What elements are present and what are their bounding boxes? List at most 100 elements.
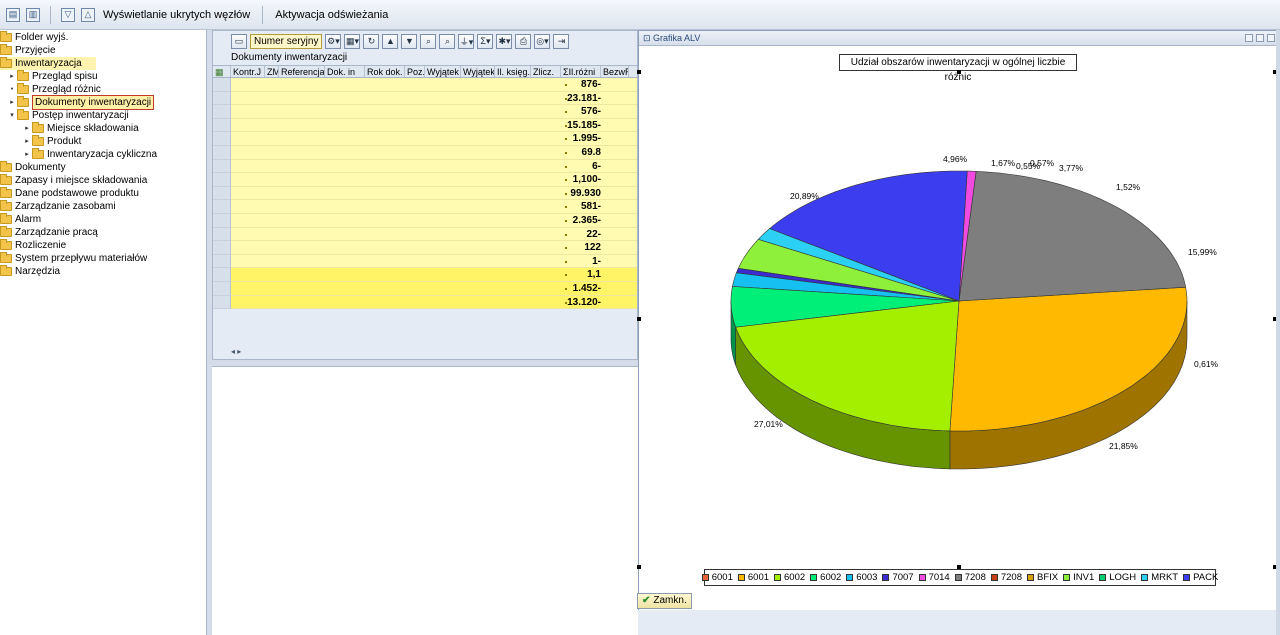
table-row[interactable]: 22- xyxy=(213,227,637,242)
row-selector[interactable] xyxy=(213,118,231,133)
column-header[interactable]: Referencja xyxy=(279,66,325,77)
column-header[interactable]: Wyjątek xyxy=(461,66,495,77)
row-selector[interactable] xyxy=(213,213,231,228)
row-selector[interactable] xyxy=(213,105,231,119)
row-selector[interactable] xyxy=(213,186,231,201)
row-selector[interactable] xyxy=(213,254,231,269)
difference-quantity-cell[interactable]: 1,1 xyxy=(565,268,603,281)
column-header[interactable]: Poz. xyxy=(405,66,425,77)
settings-dropdown-icon[interactable]: ⚙▾ xyxy=(325,33,342,49)
tree-node[interactable]: Narzędzia xyxy=(0,265,206,278)
tree-node[interactable]: Dokumenty xyxy=(0,161,206,174)
table-row[interactable]: 122 xyxy=(213,241,637,255)
difference-quantity-cell[interactable]: 876- xyxy=(565,78,603,91)
layout-icon[interactable]: ▤ xyxy=(6,7,20,22)
find-next-icon[interactable]: ⌕ xyxy=(439,33,456,49)
table-row[interactable]: 2.365- xyxy=(213,213,637,228)
maximize-icon[interactable] xyxy=(1256,34,1264,42)
column-header[interactable]: Dok. in xyxy=(325,66,365,77)
column-header[interactable]: Kontr.J xyxy=(231,66,265,77)
difference-quantity-cell[interactable]: 581- xyxy=(565,200,603,213)
difference-quantity-cell[interactable]: 1.452- xyxy=(565,282,603,295)
tree-node[interactable]: ▸ Dokumenty inwentaryzacji xyxy=(0,95,206,110)
tree-node[interactable]: ▸ Produkt xyxy=(0,135,206,148)
collapse-icon[interactable]: ▽ xyxy=(61,7,75,22)
table-row[interactable]: 69.8 xyxy=(213,145,637,160)
table-row[interactable]: 1,100- xyxy=(213,173,637,187)
tree-node[interactable]: System przepływu materiałów xyxy=(0,252,206,265)
table-row[interactable]: 6- xyxy=(213,159,637,174)
row-selector[interactable] xyxy=(213,173,231,187)
serial-number-button[interactable]: Numer seryjny xyxy=(250,33,323,49)
leaf-bullet-icon[interactable]: • xyxy=(7,83,17,96)
select-all-icon[interactable]: ▦ xyxy=(213,66,231,77)
difference-quantity-cell[interactable]: 15.185- xyxy=(565,119,603,132)
tree-node[interactable]: Dane podstawowe produktu xyxy=(0,187,206,200)
close-chart-button[interactable]: ✔ Zamkn. xyxy=(637,593,692,609)
row-selector[interactable] xyxy=(213,200,231,214)
show-hidden-nodes-button[interactable]: Wyświetlanie ukrytych węzłów xyxy=(101,9,252,21)
column-header[interactable]: BezwR xyxy=(601,66,629,77)
resize-handle[interactable] xyxy=(637,70,641,74)
difference-quantity-cell[interactable]: 23.181- xyxy=(565,92,603,105)
difference-quantity-cell[interactable]: 576- xyxy=(565,105,603,118)
collapsed-arrow-icon[interactable]: ▸ xyxy=(7,96,17,109)
tree-node[interactable]: Przyjęcie xyxy=(0,44,206,57)
refresh-icon[interactable]: ↻ xyxy=(363,33,380,49)
column-header[interactable]: ZM xyxy=(265,66,279,77)
column-header[interactable]: ΣIl.różni xyxy=(561,66,601,77)
resize-handle[interactable] xyxy=(957,70,961,74)
horizontal-scroll-arrows[interactable]: ◂ ▸ xyxy=(231,347,241,356)
table-row[interactable]: 1,1 xyxy=(213,268,637,282)
column-header[interactable]: Wyjątek xyxy=(425,66,461,77)
tree-node[interactable]: Zapasy i miejsce składowania xyxy=(0,174,206,187)
table-row[interactable]: 581- xyxy=(213,200,637,214)
pie-slice-7208[interactable] xyxy=(958,171,1187,302)
find-icon[interactable]: ⌕ xyxy=(420,33,437,49)
tree-node[interactable]: Inwentaryzacja xyxy=(0,57,96,70)
table-row[interactable]: 15.185- xyxy=(213,118,637,133)
collapsed-arrow-icon[interactable]: ▸ xyxy=(22,122,32,135)
subtotal-icon[interactable]: ✱▾ xyxy=(496,33,513,49)
difference-quantity-cell[interactable]: 1.995- xyxy=(565,132,603,145)
activate-refresh-button[interactable]: Aktywacja odświeżania xyxy=(273,9,390,21)
table-row[interactable]: 13.120- xyxy=(213,295,637,310)
row-selector[interactable] xyxy=(213,91,231,106)
expanded-arrow-icon[interactable]: ▾ xyxy=(7,109,17,122)
table-row[interactable]: 1.995- xyxy=(213,132,637,146)
difference-quantity-cell[interactable]: 2.365- xyxy=(565,214,603,227)
tree-node[interactable]: Alarm xyxy=(0,213,206,226)
row-selector[interactable] xyxy=(213,78,231,92)
row-selector[interactable] xyxy=(213,159,231,174)
sum-icon[interactable]: Σ▾ xyxy=(477,33,494,49)
tree-node[interactable]: ▸ Miejsce składowania xyxy=(0,122,206,135)
pie-slice-6001[interactable] xyxy=(949,286,1188,432)
difference-quantity-cell[interactable]: 69.8 xyxy=(565,146,603,159)
tree-node[interactable]: Rozliczenie xyxy=(0,239,206,252)
table-row[interactable]: 1- xyxy=(213,254,637,269)
resize-handle[interactable] xyxy=(637,565,641,569)
difference-quantity-cell[interactable]: 1- xyxy=(565,255,603,268)
column-header[interactable]: Il. księg. xyxy=(495,66,531,77)
close-icon[interactable] xyxy=(1267,34,1275,42)
difference-quantity-cell[interactable]: 6- xyxy=(565,160,603,173)
collapsed-arrow-icon[interactable]: ▸ xyxy=(22,148,32,161)
print-icon[interactable]: ⎙ xyxy=(515,33,532,49)
difference-quantity-cell[interactable]: 99.930 xyxy=(565,187,603,200)
tree-node[interactable]: ▸ Inwentaryzacja cykliczna xyxy=(0,148,206,161)
table-row[interactable]: 23.181- xyxy=(213,91,637,106)
collapsed-arrow-icon[interactable]: ▸ xyxy=(7,70,17,83)
row-selector[interactable] xyxy=(213,227,231,242)
minimize-icon[interactable] xyxy=(1245,34,1253,42)
difference-quantity-cell[interactable]: 122 xyxy=(565,241,603,254)
resize-handle[interactable] xyxy=(957,565,961,569)
tree-node[interactable]: Zarządzanie zasobami xyxy=(0,200,206,213)
tree-node[interactable]: ▸ Przegląd spisu xyxy=(0,70,206,83)
row-selector[interactable] xyxy=(213,132,231,146)
sort-ascending-icon[interactable]: ▲ xyxy=(382,33,399,49)
row-selector[interactable] xyxy=(213,268,231,282)
row-selector[interactable] xyxy=(213,281,231,296)
details-icon[interactable]: ▭ xyxy=(231,33,247,49)
table-row[interactable]: 99.930 xyxy=(213,186,637,201)
difference-quantity-cell[interactable]: 22- xyxy=(565,228,603,241)
